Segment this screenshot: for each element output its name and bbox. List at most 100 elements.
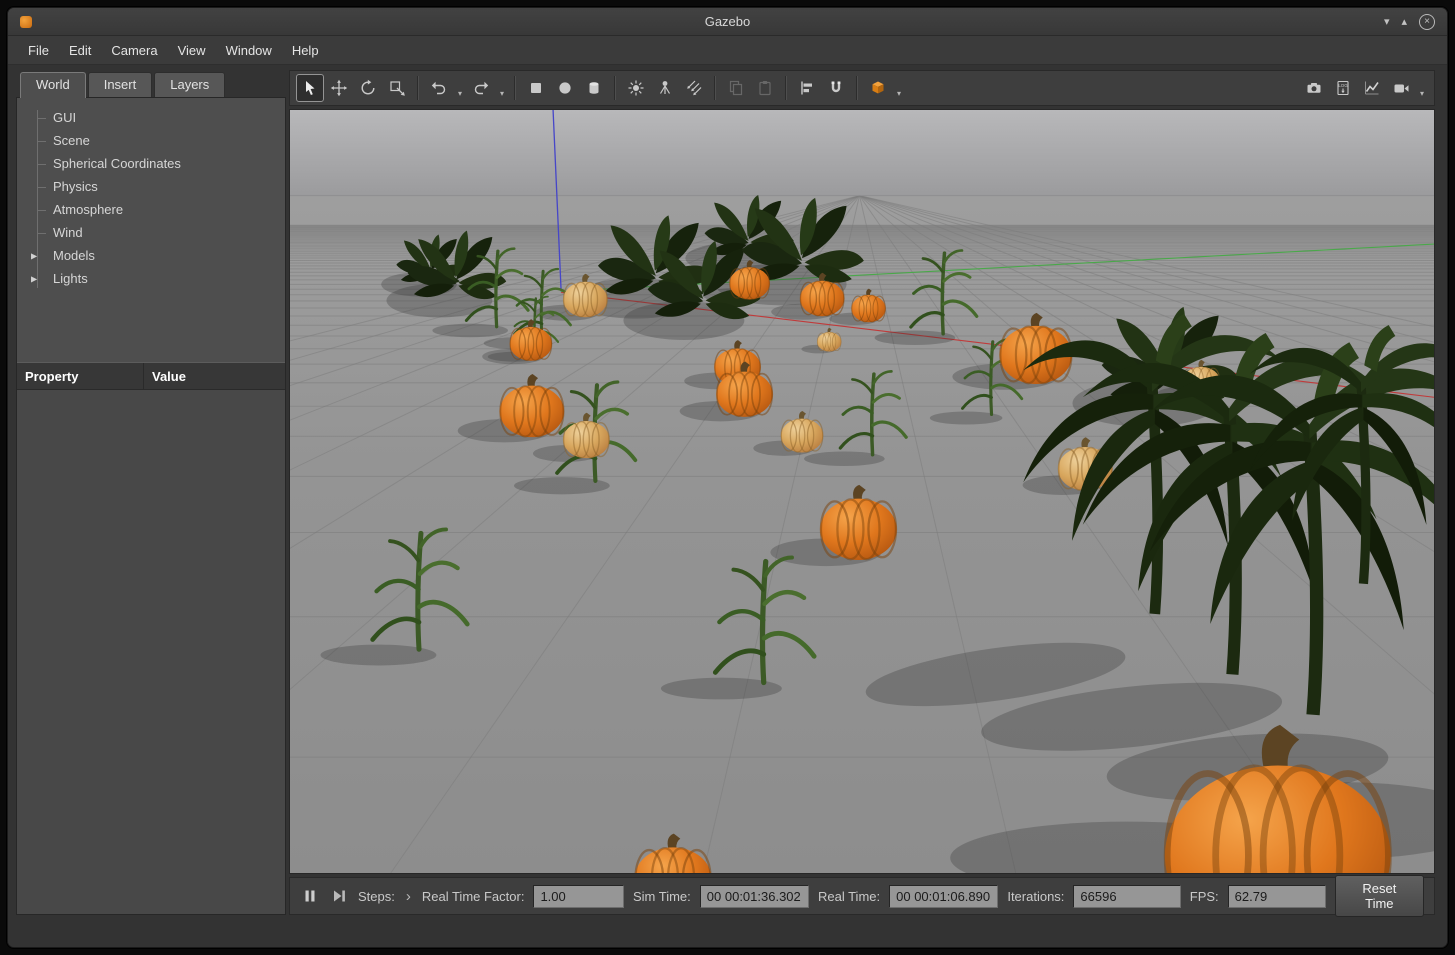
real-time-factor-label: Real Time Factor: (422, 889, 525, 904)
cylinder-icon (585, 79, 603, 97)
undo-button[interactable] (425, 74, 453, 102)
property-column-header: Property (17, 363, 144, 389)
insert-cylinder-button[interactable] (580, 74, 608, 102)
tree-item-atmosphere[interactable]: Atmosphere (17, 198, 285, 221)
redo-icon (472, 79, 490, 97)
spot-light-button[interactable] (651, 74, 679, 102)
video-dropdown-caret[interactable]: ▾ (1416, 74, 1428, 102)
expand-caret-icon[interactable]: ▶ (31, 274, 37, 283)
undo-dropdown-caret[interactable]: ▾ (454, 74, 466, 102)
real-time-factor-value: 1.00 (533, 885, 624, 908)
iterations-label: Iterations: (1007, 889, 1064, 904)
move-icon (330, 79, 348, 97)
svg-text:LOG: LOG (1338, 83, 1348, 88)
iterations-value: 66596 (1073, 885, 1180, 908)
pause-button[interactable] (300, 886, 320, 906)
menu-camera[interactable]: Camera (101, 39, 167, 62)
menu-help[interactable]: Help (282, 39, 329, 62)
real-time-value: 00 00:01:06.890 (889, 885, 998, 908)
gazebo-window: Gazebo ▾ ▴ × File Edit Camera View Windo… (7, 7, 1448, 948)
tree-empty-space (17, 300, 285, 362)
paste-icon (756, 79, 774, 97)
view-cube-icon (869, 79, 887, 97)
spot-light-icon (656, 79, 674, 97)
tree-item-gui[interactable]: GUI (17, 106, 285, 129)
step-icon (331, 888, 347, 904)
toolbar-separator (417, 76, 419, 100)
translate-tool-button[interactable] (325, 74, 353, 102)
box-icon (527, 79, 545, 97)
world-panel: GUI Scene Spherical Coordinates Physics … (16, 97, 286, 915)
tab-world[interactable]: World (20, 72, 86, 98)
copy-icon (727, 79, 745, 97)
real-time-label: Real Time: (818, 889, 880, 904)
camera-icon (1305, 79, 1323, 97)
step-button[interactable] (329, 886, 349, 906)
scale-icon (388, 79, 406, 97)
video-camera-icon (1392, 79, 1410, 97)
panel-tabs: World Insert Layers (16, 70, 286, 97)
view-angle-dropdown-caret[interactable]: ▾ (893, 74, 905, 102)
menu-window[interactable]: Window (216, 39, 282, 62)
tree-item-physics[interactable]: Physics (17, 175, 285, 198)
fps-value: 62.79 (1228, 885, 1326, 908)
simulation-status-bar: Steps: › Real Time Factor: 1.00 Sim Time… (289, 877, 1435, 915)
left-panel: World Insert Layers GUI Scene Spherical … (16, 70, 286, 915)
sky (290, 110, 1434, 196)
log-record-button[interactable]: LOG (1329, 74, 1357, 102)
render-toolbar: ▾ ▾ (289, 70, 1435, 106)
title-bar[interactable]: Gazebo ▾ ▴ × (8, 8, 1447, 36)
directional-light-button[interactable] (680, 74, 708, 102)
toolbar-separator (785, 76, 787, 100)
viewport-canvas[interactable] (290, 110, 1434, 873)
tab-layers[interactable]: Layers (154, 72, 225, 97)
magnet-icon (827, 79, 845, 97)
menu-view[interactable]: View (168, 39, 216, 62)
toolbar-separator (856, 76, 858, 100)
point-light-button[interactable] (622, 74, 650, 102)
tree-item-models[interactable]: ▶Models (17, 244, 285, 267)
plot-button[interactable] (1358, 74, 1386, 102)
paste-button[interactable] (751, 74, 779, 102)
steps-label: Steps: (358, 889, 395, 904)
screenshot-button[interactable] (1300, 74, 1328, 102)
close-icon[interactable]: × (1419, 14, 1435, 30)
log-icon: LOG (1334, 79, 1352, 97)
expand-caret-icon[interactable]: ▶ (31, 251, 37, 260)
align-button[interactable] (793, 74, 821, 102)
undo-icon (430, 79, 448, 97)
menu-edit[interactable]: Edit (59, 39, 101, 62)
insert-box-button[interactable] (522, 74, 550, 102)
property-table-body (17, 390, 285, 914)
menu-file[interactable]: File (18, 39, 59, 62)
property-table-header: Property Value (17, 362, 285, 390)
fps-label: FPS: (1190, 889, 1219, 904)
world-tree: GUI Scene Spherical Coordinates Physics … (17, 98, 285, 300)
rotate-tool-button[interactable] (354, 74, 382, 102)
tree-item-scene[interactable]: Scene (17, 129, 285, 152)
minimize-icon[interactable]: ▾ (1384, 15, 1390, 29)
maximize-icon[interactable]: ▴ (1401, 15, 1407, 29)
sim-time-label: Sim Time: (633, 889, 691, 904)
steps-spinner[interactable]: › (404, 888, 413, 905)
select-tool-button[interactable] (296, 74, 324, 102)
rotate-icon (359, 79, 377, 97)
tree-item-wind[interactable]: Wind (17, 221, 285, 244)
copy-button[interactable] (722, 74, 750, 102)
tree-item-lights[interactable]: ▶Lights (17, 267, 285, 290)
align-icon (798, 79, 816, 97)
snap-button[interactable] (822, 74, 850, 102)
viewport-container (289, 109, 1435, 874)
toolbar-separator (614, 76, 616, 100)
scale-tool-button[interactable] (383, 74, 411, 102)
redo-dropdown-caret[interactable]: ▾ (496, 74, 508, 102)
select-arrow-icon (301, 79, 319, 97)
redo-button[interactable] (467, 74, 495, 102)
view-angle-button[interactable] (864, 74, 892, 102)
tab-insert[interactable]: Insert (88, 72, 153, 97)
video-record-button[interactable] (1387, 74, 1415, 102)
insert-sphere-button[interactable] (551, 74, 579, 102)
tree-item-spherical-coordinates[interactable]: Spherical Coordinates (17, 152, 285, 175)
reset-time-button[interactable]: Reset Time (1335, 875, 1424, 917)
toolbar-separator (514, 76, 516, 100)
